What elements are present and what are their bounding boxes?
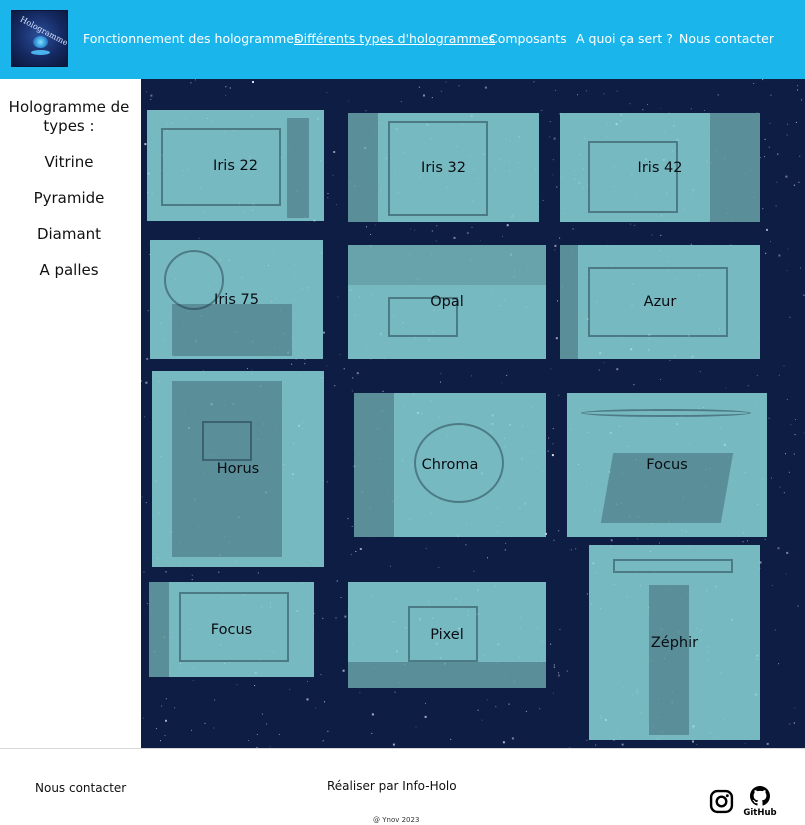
header: Hologramme Fonctionnement des hologramme…: [0, 0, 805, 79]
nav-a-quoi-ca-sert[interactable]: A quoi ça sert ?: [576, 31, 673, 46]
card-pixel[interactable]: Pixel: [348, 582, 546, 688]
card-focus-diamant[interactable]: Focus: [567, 393, 767, 537]
card-iris-75[interactable]: Iris 75: [150, 240, 323, 359]
site-logo[interactable]: Hologramme: [11, 10, 68, 67]
card-label: Focus: [210, 621, 253, 638]
sidebar-item-pyramide[interactable]: Pyramide: [0, 189, 138, 207]
footer-credit: Réaliser par Info-Holo: [327, 779, 457, 793]
github-icon[interactable]: GitHub: [743, 786, 777, 818]
sidebar-item-vitrine[interactable]: Vitrine: [0, 153, 138, 171]
sidebar-item-diamant[interactable]: Diamant: [0, 225, 138, 243]
footer: Nous contacter Réaliser par Info-Holo @ …: [0, 748, 805, 825]
card-image: [649, 585, 689, 735]
nav-differents-types[interactable]: Différents types d'hologrammes: [294, 31, 495, 46]
instagram-icon[interactable]: [709, 789, 734, 814]
card-label: Opal: [430, 294, 464, 310]
card-iris-22[interactable]: Iris 22: [147, 110, 324, 221]
footer-contact-link[interactable]: Nous contacter: [35, 781, 126, 795]
card-image: [581, 409, 751, 417]
card-focus-pyramide[interactable]: Focus: [149, 582, 314, 677]
card-label: Zéphir: [650, 634, 699, 651]
card-label: Iris 32: [421, 159, 466, 176]
card-image: [348, 662, 546, 688]
card-image: [613, 559, 733, 573]
card-iris-42[interactable]: Iris 42: [560, 113, 760, 222]
card-image: [348, 245, 546, 285]
nav-nous-contacter[interactable]: Nous contacter: [679, 31, 774, 46]
hologram-gallery: Iris 22 Iris 32 Iris 42 Iris 75 Opal Azu…: [141, 79, 805, 748]
card-label: Chroma: [421, 457, 479, 473]
card-opal[interactable]: Opal: [348, 245, 546, 359]
card-label: Iris 75: [214, 291, 259, 308]
card-label: Pixel: [430, 627, 464, 643]
hologram-base-icon: [31, 50, 50, 55]
nav-composants[interactable]: Composants: [489, 31, 567, 46]
sidebar-title: Hologramme de types :: [8, 98, 130, 135]
footer-copyright: @ Ynov 2023: [373, 816, 420, 824]
card-label: Iris 22: [213, 157, 258, 174]
card-horus[interactable]: Horus: [152, 371, 324, 567]
card-label: Azur: [643, 294, 677, 310]
card-label: Horus: [216, 461, 260, 477]
card-image: [172, 304, 292, 356]
hologram-orb-icon: [33, 36, 48, 48]
card-chroma[interactable]: Chroma: [354, 393, 546, 537]
card-zephir[interactable]: Zéphir: [589, 545, 760, 740]
card-iris-32[interactable]: Iris 32: [348, 113, 539, 222]
github-mark-icon: [750, 786, 770, 806]
nav-fonctionnement[interactable]: Fonctionnement des hologrammes: [83, 31, 301, 46]
card-image: [202, 421, 252, 461]
card-image: [588, 141, 678, 213]
card-label: Focus: [646, 457, 688, 473]
github-label: GitHub: [743, 808, 777, 818]
sidebar: Hologramme de types : Vitrine Pyramide D…: [0, 79, 141, 748]
card-label: Iris 42: [637, 159, 683, 176]
card-azur[interactable]: Azur: [560, 245, 760, 359]
sidebar-item-a-palles[interactable]: A palles: [0, 261, 138, 279]
